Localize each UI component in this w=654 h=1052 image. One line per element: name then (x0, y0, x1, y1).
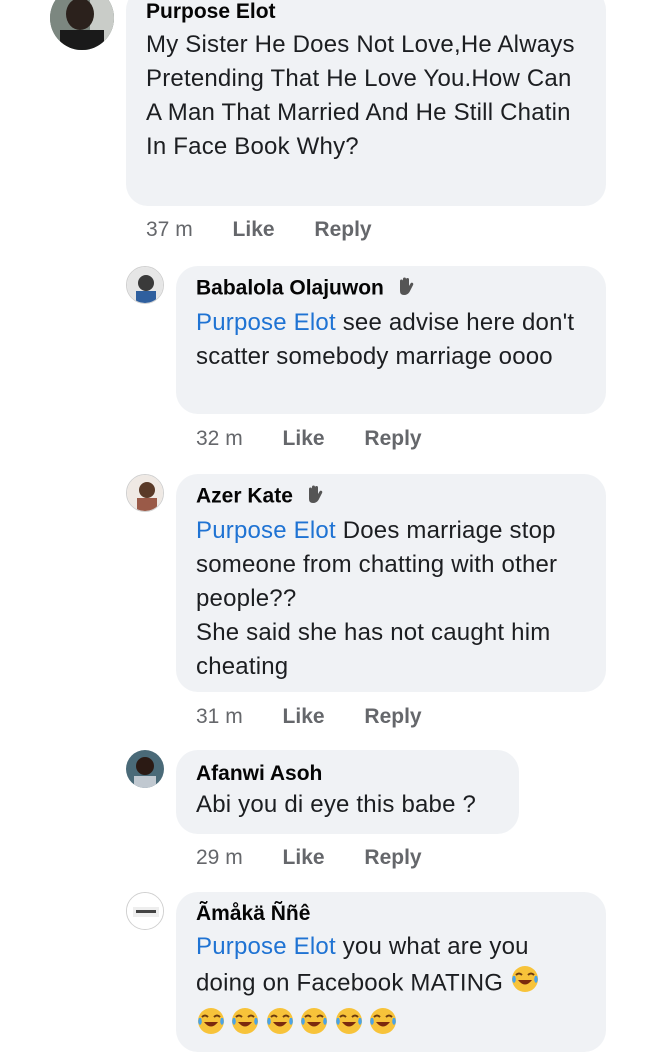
emoji-row (196, 1006, 586, 1041)
like-button[interactable]: Like (283, 846, 325, 870)
tears-of-joy-emoji (299, 1006, 329, 1041)
reply-bubble-azer-kate: Azer Kate Purpose Elot Does marriage sto… (176, 474, 606, 692)
reply-text: Abi you di eye this babe ? (196, 791, 477, 818)
reply-actions: 31 m Like Reply (196, 705, 456, 729)
reply-text-line2: She said she has not caught him cheating (196, 619, 551, 680)
reply-author[interactable]: Ãmåkä Ññê (196, 902, 586, 926)
reply-bubble-afanwi-asoh: Afanwi Asoh Abi you di eye this babe ? (176, 750, 519, 834)
reply-button[interactable]: Reply (314, 218, 371, 242)
avatar-purpose-elot[interactable] (50, 0, 114, 50)
reply-author[interactable]: Azer Kate (196, 485, 293, 508)
tears-of-joy-emoji (510, 964, 540, 1004)
avatar-azer-kate[interactable] (126, 474, 164, 512)
reply-time: 31 m (196, 705, 243, 728)
comment-bubble-purpose-elot: Purpose Elot My Sister He Does Not Love,… (126, 0, 606, 206)
mention-link[interactable]: Purpose Elot (196, 309, 336, 336)
avatar-afanwi-asoh[interactable] (126, 750, 164, 788)
comment-author[interactable]: Purpose Elot (146, 0, 586, 24)
tears-of-joy-emoji (334, 1006, 364, 1041)
reply-actions: 32 m Like Reply (196, 427, 456, 451)
reply-author[interactable]: Babalola Olajuwon (196, 277, 384, 300)
wave-icon (305, 484, 325, 510)
like-button[interactable]: Like (283, 427, 325, 451)
reply-bubble-amaka: Ãmåkä Ññê Purpose Elot you what are you … (176, 892, 606, 1052)
comment-actions: 37 m Like Reply (146, 218, 406, 242)
reply-button[interactable]: Reply (364, 427, 421, 451)
avatar-babalola-olajuwon[interactable] (126, 266, 164, 304)
reply-actions: 29 m Like Reply (196, 846, 456, 870)
like-button[interactable]: Like (233, 218, 275, 242)
reply-time: 32 m (196, 427, 243, 450)
comment-text: My Sister He Does Not Love,He Always Pre… (146, 31, 575, 160)
like-button[interactable]: Like (283, 705, 325, 729)
tears-of-joy-emoji (196, 1006, 226, 1041)
reply-bubble-babalola: Babalola Olajuwon Purpose Elot see advis… (176, 266, 606, 414)
reply-author[interactable]: Afanwi Asoh (196, 762, 499, 786)
comment-time: 37 m (146, 218, 193, 241)
wave-icon (396, 276, 416, 302)
tears-of-joy-emoji (230, 1006, 260, 1041)
avatar-amaka[interactable] (126, 892, 164, 930)
mention-link[interactable]: Purpose Elot (196, 517, 336, 544)
tears-of-joy-emoji (368, 1006, 398, 1041)
reply-button[interactable]: Reply (364, 705, 421, 729)
mention-link[interactable]: Purpose Elot (196, 933, 336, 960)
tears-of-joy-emoji (265, 1006, 295, 1041)
reply-button[interactable]: Reply (364, 846, 421, 870)
reply-time: 29 m (196, 846, 243, 869)
